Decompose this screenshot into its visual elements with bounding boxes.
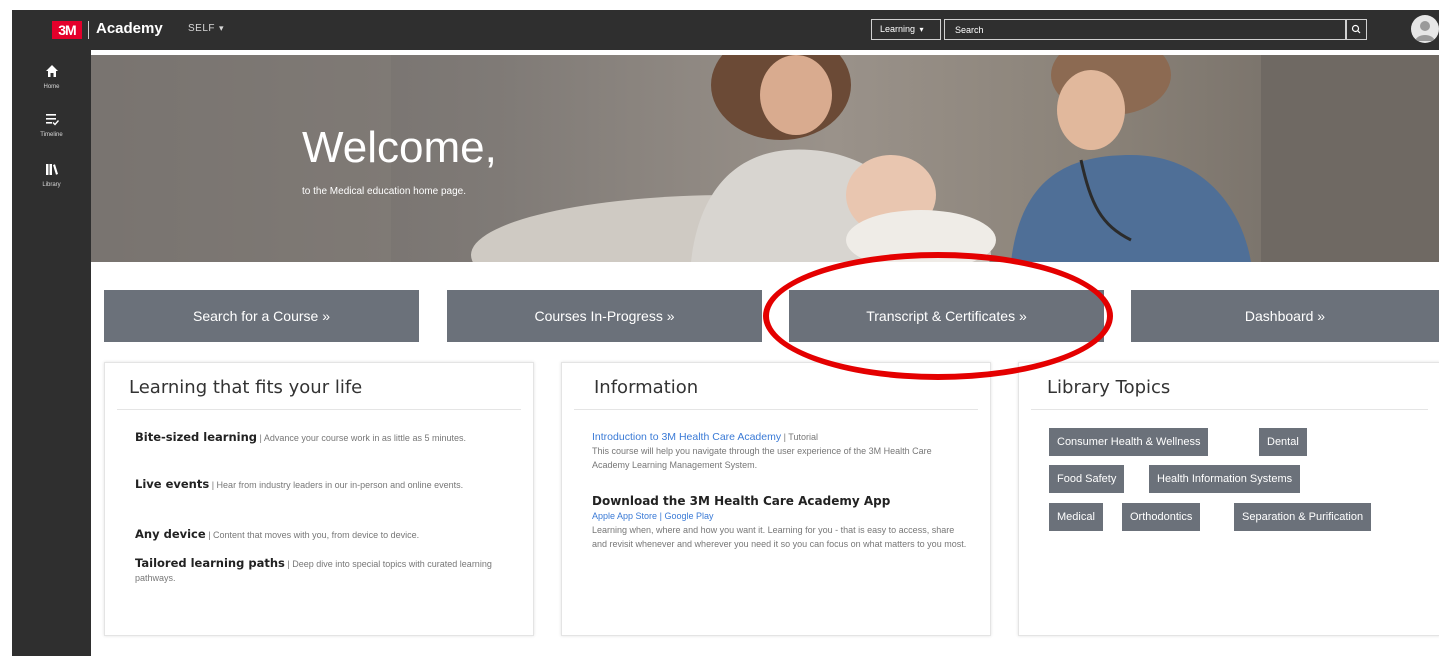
hero-title: Welcome,	[302, 123, 497, 172]
home-icon	[45, 65, 58, 77]
topic-medical[interactable]: Medical	[1049, 503, 1103, 531]
app-store-link[interactable]: Apple App Store	[592, 511, 657, 521]
app-download-block: Download the 3M Health Care Academy App …	[592, 494, 967, 551]
hero-photo	[91, 55, 1439, 262]
intro-course-link[interactable]: Introduction to 3M Health Care Academy	[592, 431, 781, 443]
learning-card: Learning that fits your life Bite-sized …	[104, 362, 534, 636]
intro-course-block: Introduction to 3M Health Care Academy |…	[592, 430, 967, 472]
learning-item-text: | Hear from industry leaders in our in-p…	[211, 480, 464, 490]
learning-item-heading: Bite-sized learning	[135, 430, 258, 444]
sidebar-item-label: Library	[42, 182, 61, 188]
hero-subtitle: to the Medical education home page.	[302, 186, 466, 197]
app-text: Learning when, where and how you want it…	[592, 525, 967, 549]
transcript-certificates-button[interactable]: Transcript & Certificates »	[789, 290, 1104, 342]
library-card: Library Topics Consumer Health & Wellnes…	[1018, 362, 1439, 636]
courses-in-progress-button[interactable]: Courses In-Progress »	[447, 290, 762, 342]
topic-dental[interactable]: Dental	[1259, 428, 1307, 456]
intro-course-tag: | Tutorial	[783, 432, 818, 442]
search-scope-label: Learning	[880, 24, 916, 34]
learning-item: Any device | Content that moves with you…	[135, 527, 515, 542]
tenant-menu[interactable]: SELF ▾	[188, 23, 224, 34]
hero-banner: Welcome, to the Medical education home p…	[91, 55, 1439, 262]
card-divider	[117, 409, 521, 410]
sidebar-item-label: Timeline	[40, 132, 63, 138]
sidebar-item-label: Home	[43, 84, 60, 90]
tenant-menu-label: SELF	[188, 23, 216, 34]
information-card: Information Introduction to 3M Health Ca…	[561, 362, 991, 636]
intro-course-text: This course will help you navigate throu…	[592, 446, 932, 470]
topic-food-safety[interactable]: Food Safety	[1049, 465, 1125, 493]
left-sidebar: Home Timeline Library	[12, 50, 91, 656]
sidebar-item-library[interactable]: Library	[12, 162, 91, 188]
brand-name[interactable]: Academy	[96, 20, 163, 37]
dashboard-button[interactable]: Dashboard »	[1131, 290, 1439, 342]
card-divider	[574, 409, 978, 410]
chevron-down-icon: ▾	[219, 23, 225, 33]
card-divider	[1031, 409, 1428, 410]
user-icon	[1415, 21, 1435, 41]
chevron-down-icon: ▾	[919, 25, 924, 34]
search-input[interactable]	[944, 19, 1346, 40]
learning-item-text: | Advance your course work in as little …	[259, 433, 466, 443]
learning-item: Tailored learning paths | Deep dive into…	[135, 556, 495, 585]
page-margin	[0, 0, 12, 656]
user-avatar[interactable]	[1411, 15, 1439, 43]
learning-item-heading: Live events	[135, 477, 210, 491]
topic-health-information-systems[interactable]: Health Information Systems	[1149, 465, 1301, 493]
card-title: Learning that fits your life	[129, 377, 363, 398]
learning-item-text: | Content that moves with you, from devi…	[208, 530, 420, 540]
learning-item: Bite-sized learning | Advance your cours…	[135, 430, 505, 445]
learning-item-heading: Any device	[135, 527, 206, 541]
top-navigation-bar: 3M Academy SELF ▾ Learning ▾	[12, 10, 1439, 50]
card-title: Library Topics	[1047, 377, 1171, 398]
app-heading: Download the 3M Health Care Academy App	[592, 494, 891, 508]
sidebar-item-timeline[interactable]: Timeline	[12, 112, 91, 138]
google-play-link[interactable]: Google Play	[664, 511, 713, 521]
topic-separation-purification[interactable]: Separation & Purification	[1234, 503, 1372, 531]
topic-orthodontics[interactable]: Orthodontics	[1122, 503, 1201, 531]
timeline-icon	[45, 114, 59, 126]
learning-item: Live events | Hear from industry leaders…	[135, 477, 505, 492]
store-separator: |	[659, 511, 662, 521]
search-icon	[1351, 24, 1361, 34]
learning-item-heading: Tailored learning paths	[135, 556, 285, 570]
brand-logo[interactable]: 3M	[52, 21, 82, 39]
search-course-button[interactable]: Search for a Course »	[104, 290, 419, 342]
card-title: Information	[594, 377, 699, 398]
logo-divider	[88, 21, 89, 39]
library-icon	[45, 164, 58, 175]
sidebar-item-home[interactable]: Home	[12, 64, 91, 90]
topic-consumer-health[interactable]: Consumer Health & Wellness	[1049, 428, 1209, 456]
search-scope-dropdown[interactable]: Learning ▾	[871, 19, 941, 40]
search-button[interactable]	[1346, 19, 1367, 40]
